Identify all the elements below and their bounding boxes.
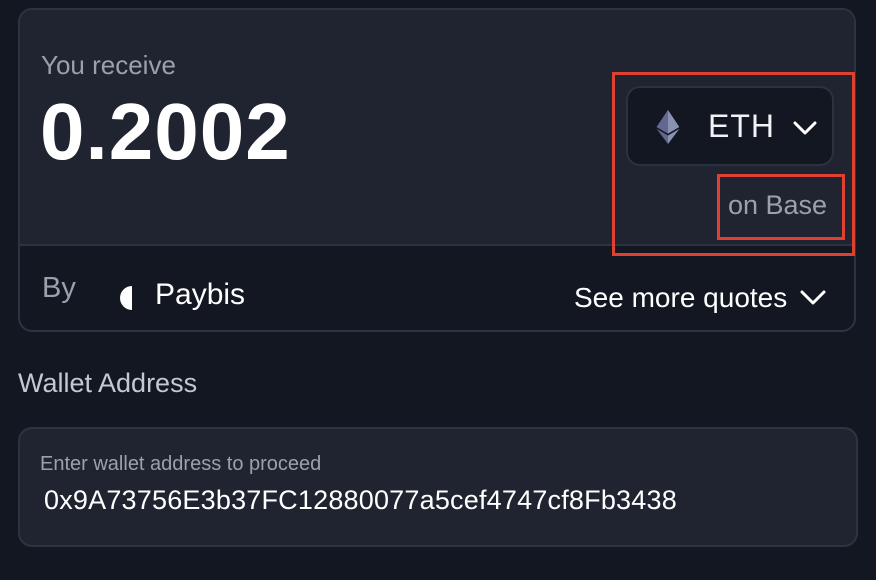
token-symbol: ETH	[708, 108, 775, 144]
receive-amount: 0.2002	[40, 87, 291, 176]
provider-name: Paybis	[155, 278, 246, 311]
wallet-address-field[interactable]: Enter wallet address to proceed 0x9A7375…	[18, 427, 858, 547]
network-label: on Base	[728, 190, 828, 220]
wallet-address-placeholder: Enter wallet address to proceed	[40, 453, 322, 475]
see-more-quotes-label: See more quotes	[574, 282, 788, 313]
provider-by-label: By	[42, 272, 76, 304]
ethereum-icon	[656, 110, 680, 144]
token-select-button[interactable]: ETH	[626, 86, 834, 166]
chevron-down-icon	[800, 290, 826, 305]
receive-label: You receive	[41, 50, 176, 80]
wallet-address-title: Wallet Address	[18, 368, 198, 398]
paybis-logo-icon	[120, 286, 132, 310]
onramp-widget: You receive 0.2002 ETH on Base By Paybis…	[0, 0, 876, 580]
receive-card: You receive 0.2002 ETH on Base By Paybis…	[18, 8, 856, 332]
see-more-quotes-button[interactable]: See more quotes	[574, 278, 827, 318]
wallet-address-input[interactable]: 0x9A73756E3b37FC12880077a5cef4747cf8Fb34…	[44, 485, 677, 516]
chevron-down-icon	[793, 121, 817, 135]
